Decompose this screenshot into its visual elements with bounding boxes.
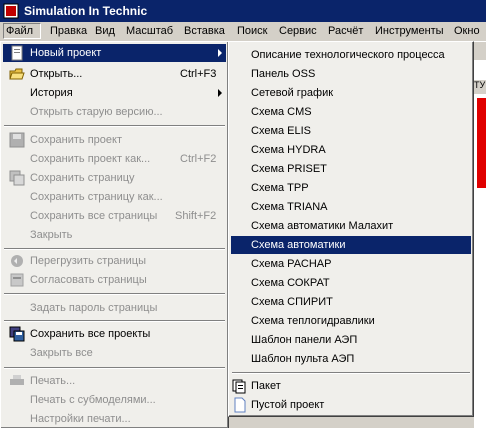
background-tab-fragment: ТУ <box>474 80 486 94</box>
submenu-item-scheme-thermohydraulics[interactable]: Схема теплогидравлики <box>231 312 471 330</box>
submenu-item-scheme-priset[interactable]: Схема PRISET <box>231 160 471 178</box>
submenu-item-scheme-cms[interactable]: Схема CMS <box>231 103 471 121</box>
empty-page-icon <box>234 397 246 413</box>
menu-item-set-password[interactable]: Задать пароль страницы <box>3 299 226 317</box>
menu-separator <box>4 248 225 250</box>
title-bar: Simulation In Technic <box>0 0 486 22</box>
submenu-item-scheme-rasnar[interactable]: Схема РАСНАР <box>231 255 471 273</box>
menu-separator <box>4 125 225 127</box>
new-project-icon <box>11 45 23 61</box>
submenu-item-console-template[interactable]: Шаблон пульта АЭП <box>231 350 471 368</box>
submenu-item-panel-oss[interactable]: Панель OSS <box>231 65 471 83</box>
menu-item-history[interactable]: История <box>3 84 226 102</box>
save-disk-icon <box>9 132 25 148</box>
package-icon <box>232 379 246 394</box>
menu-item-print-settings[interactable]: Настройки печати... <box>3 410 226 428</box>
submenu-item-scheme-malakhit[interactable]: Схема автоматики Малахит <box>231 217 471 235</box>
submenu-item-scheme-automation[interactable]: Схема автоматики <box>231 236 471 254</box>
menu-item-reload-pages[interactable]: Перегрузить страницы <box>3 252 226 270</box>
menu-item-save-page-as[interactable]: Сохранить страницу как... <box>3 188 226 206</box>
menu-item-save-project-as[interactable]: Сохранить проект как... Ctrl+F2 <box>3 150 226 168</box>
menu-item-sync-pages[interactable]: Согласовать страницы <box>3 271 226 289</box>
menu-separator <box>4 367 225 369</box>
background-red-bar <box>477 98 486 188</box>
menu-bar: Файл Правка Вид Масштаб Вставка Поиск Се… <box>0 22 486 42</box>
menu-separator <box>232 372 470 374</box>
submenu-item-scheme-tpp[interactable]: Схема TPP <box>231 179 471 197</box>
menu-item-open-old[interactable]: Открыть старую версию... <box>3 103 226 121</box>
submenu-arrow-icon <box>218 49 222 57</box>
menu-item-close-all[interactable]: Закрыть все <box>3 344 226 362</box>
menu-service[interactable]: Сервис <box>279 25 317 37</box>
open-folder-icon <box>9 68 25 80</box>
save-all-icon <box>9 326 25 342</box>
menu-file[interactable]: Файл <box>6 25 33 37</box>
menu-edit[interactable]: Правка <box>50 25 87 37</box>
menu-item-close[interactable]: Закрыть <box>3 226 226 244</box>
menu-insert[interactable]: Вставка <box>184 25 225 37</box>
menu-item-print[interactable]: Печать... <box>3 372 226 390</box>
save-page-icon <box>9 170 25 186</box>
menu-item-save-page[interactable]: Сохранить страницу <box>3 169 226 187</box>
menu-item-save-all-pages[interactable]: Сохранить все страницы Shift+F2 <box>3 207 226 225</box>
menu-calc[interactable]: Расчёт <box>328 25 363 37</box>
background-workspace: ТУ <box>474 60 486 428</box>
menu-search[interactable]: Поиск <box>237 25 267 37</box>
menu-tools[interactable]: Инструменты <box>375 25 444 37</box>
submenu-item-scheme-sokrat[interactable]: Схема СОКРАТ <box>231 274 471 292</box>
submenu-item-process-description[interactable]: Описание технологического процесса <box>231 46 471 64</box>
submenu-item-scheme-triana[interactable]: Схема TRIANA <box>231 198 471 216</box>
menu-separator <box>4 293 225 295</box>
file-menu: Новый проект Открыть... Ctrl+F3 История … <box>0 41 229 428</box>
printer-icon <box>10 375 24 385</box>
submenu-item-panel-template[interactable]: Шаблон панели АЭП <box>231 331 471 349</box>
menu-scale[interactable]: Масштаб <box>126 25 173 37</box>
reload-icon <box>11 255 23 267</box>
submenu-item-scheme-spirit[interactable]: Схема СПИРИТ <box>231 293 471 311</box>
menu-item-save-project[interactable]: Сохранить проект <box>3 131 226 149</box>
submenu-item-empty-project[interactable]: Пустой проект <box>231 396 471 414</box>
menu-item-print-submodels[interactable]: Печать с субмоделями... <box>3 391 226 409</box>
window-title: Simulation In Technic <box>24 4 148 18</box>
submenu-item-network-schedule[interactable]: Сетевой график <box>231 84 471 102</box>
menu-item-new-project[interactable]: Новый проект <box>3 44 226 62</box>
menu-view[interactable]: Вид <box>95 25 115 37</box>
app-icon <box>3 3 19 19</box>
menu-window[interactable]: Окно <box>454 25 480 37</box>
submenu-item-scheme-hydra[interactable]: Схема HYDRA <box>231 141 471 159</box>
sync-icon <box>10 273 24 287</box>
menu-item-open[interactable]: Открыть... Ctrl+F3 <box>3 65 226 83</box>
new-project-submenu: Описание технологического процесса Панел… <box>228 41 474 417</box>
submenu-item-scheme-elis[interactable]: Схема ELIS <box>231 122 471 140</box>
menu-item-save-all-projects[interactable]: Сохранить все проекты <box>3 325 226 343</box>
submenu-item-package[interactable]: Пакет <box>231 377 471 395</box>
menu-separator <box>4 320 225 322</box>
submenu-arrow-icon <box>218 89 222 97</box>
